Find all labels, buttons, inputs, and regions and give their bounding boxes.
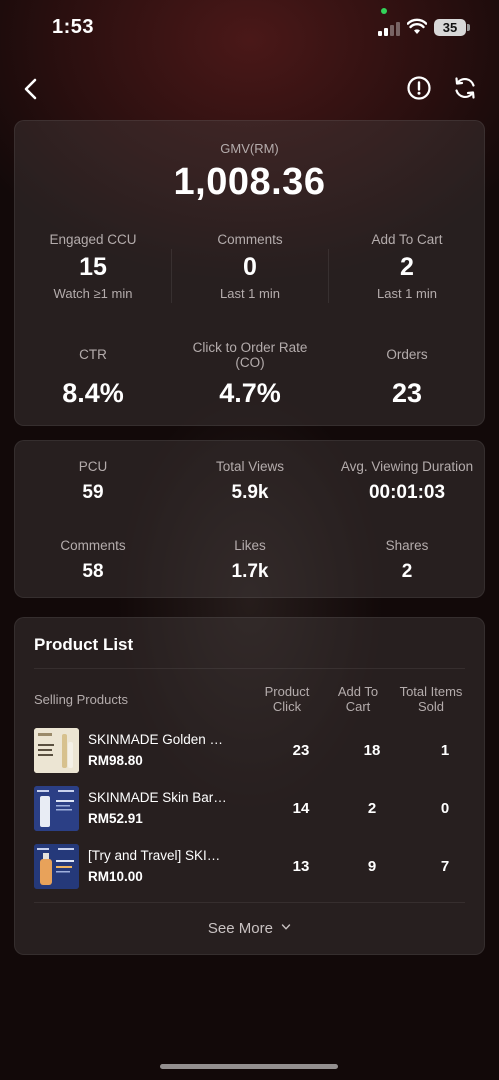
see-more-button[interactable]: See More	[15, 920, 484, 937]
product-row[interactable]: SKINMADE Golden Collagen Sculpting Mist …	[34, 728, 467, 774]
header-total-items-sold[interactable]: Total Items Sold	[391, 684, 471, 714]
battery-tip	[467, 24, 470, 31]
product-add-to-cart: 18	[363, 742, 381, 759]
stat-value: 2	[401, 561, 413, 582]
metric-value: 23	[391, 378, 423, 408]
stat-value: 1.7k	[231, 561, 269, 582]
header-product-click[interactable]: Product Click	[247, 684, 327, 714]
metric-sub: Last 1 min	[220, 286, 280, 301]
metric-label-suffix: (CO)	[235, 355, 265, 370]
header-line: Sold	[417, 699, 445, 714]
metric-sub: Watch ≥1 min	[53, 286, 133, 301]
product-items-sold: 0	[440, 800, 450, 817]
stat-pcu: PCU 59	[15, 459, 171, 504]
product-items-sold: 1	[440, 742, 450, 759]
stat-total-views: Total Views 5.9k	[172, 459, 328, 504]
gmv-label: GMV(RM)	[220, 141, 279, 156]
metric-label: CTR	[79, 347, 107, 362]
product-items-sold: 7	[440, 858, 450, 875]
metric-ctr[interactable]: CTR 8.4%	[15, 347, 171, 408]
divider	[34, 668, 465, 669]
stat-value: 58	[82, 561, 104, 582]
product-price: RM98.80	[88, 753, 143, 768]
header-selling-products: Selling Products	[34, 692, 128, 707]
see-more-label: See More	[207, 920, 273, 937]
metric-label: Add To Cart	[371, 232, 443, 247]
product-row[interactable]: [Try and Travel] SKINMADE Essence RM10.0…	[34, 844, 467, 890]
header-add-to-cart[interactable]: Add To Cart	[328, 684, 388, 714]
gmv-value: 1,008.36	[173, 161, 326, 203]
product-list-card: Product List Selling Products Product Cl…	[14, 617, 485, 955]
refresh-icon[interactable]	[452, 75, 478, 101]
product-thumbnail	[34, 844, 79, 889]
product-add-to-cart: 9	[367, 858, 377, 875]
stat-label: Avg. Viewing Duration	[340, 459, 474, 474]
camera-indicator-icon	[381, 8, 387, 14]
metric-orders[interactable]: Orders 23	[329, 347, 485, 408]
metric-value: 0	[243, 253, 257, 281]
stat-likes: Likes 1.7k	[172, 538, 328, 583]
metric-add-to-cart[interactable]: Add To Cart 2 Last 1 min	[329, 232, 485, 301]
product-thumbnail	[34, 728, 79, 773]
product-list-title: Product List	[34, 635, 134, 654]
product-name: SKINMADE Golden Collagen Sculpting Mist	[88, 732, 228, 747]
metric-value: 2	[400, 253, 414, 281]
stat-avg-viewing-duration: Avg. Viewing Duration 00:01:03	[329, 459, 485, 504]
chevron-down-icon	[281, 924, 291, 930]
product-thumbnail	[34, 786, 79, 831]
back-arrow-icon[interactable]	[18, 76, 44, 102]
metric-label: Orders	[386, 347, 428, 362]
battery-icon: 35	[434, 19, 466, 36]
stat-value: 59	[82, 482, 104, 503]
stat-label: Comments	[60, 538, 126, 553]
metric-engaged-ccu[interactable]: Engaged CCU 15 Watch ≥1 min	[15, 232, 171, 301]
header-line: Click	[272, 699, 302, 714]
stat-label: Shares	[385, 538, 429, 553]
wifi-icon	[407, 18, 427, 34]
header-line: Total Items	[399, 684, 463, 699]
metric-label: Comments	[217, 232, 283, 247]
metric-value: 4.7%	[219, 378, 281, 408]
signal-icon	[378, 20, 402, 36]
product-name: [Try and Travel] SKINMADE Essence	[88, 848, 228, 863]
metric-sub: Last 1 min	[377, 286, 437, 301]
product-price: RM52.91	[88, 811, 143, 826]
stat-value: 00:01:03	[368, 482, 446, 503]
status-bar: 1:53 35	[0, 0, 499, 56]
stat-label: Likes	[234, 538, 266, 553]
metric-click-to-order-rate[interactable]: Click to Order Rate (CO) 4.7%	[172, 340, 328, 408]
metric-value: 8.4%	[62, 378, 124, 408]
divider	[34, 902, 465, 903]
stat-shares: Shares 2	[329, 538, 485, 583]
status-time: 1:53	[52, 16, 95, 38]
metric-label: Engaged CCU	[49, 232, 137, 247]
stat-comments: Comments 58	[15, 538, 171, 583]
product-clicks: 13	[292, 858, 310, 875]
stat-label: PCU	[78, 459, 108, 474]
metric-value: 15	[79, 253, 107, 281]
header-line: Product	[264, 684, 310, 699]
header-line: Cart	[345, 699, 371, 714]
product-clicks: 23	[292, 742, 310, 759]
stat-label: Total Views	[215, 459, 285, 474]
product-price: RM10.00	[88, 869, 143, 884]
metric-comments[interactable]: Comments 0 Last 1 min	[172, 232, 328, 301]
live-metrics-card: GMV(RM) 1,008.36 Engaged CCU 15 Watch ≥1…	[14, 120, 485, 426]
home-indicator[interactable]	[160, 1064, 338, 1069]
metric-label: Click to Order Rate	[192, 340, 308, 355]
product-name: SKINMADE Skin Barrier Serum	[88, 790, 228, 805]
engagement-stats-card: PCU 59 Total Views 5.9k Avg. Viewing Dur…	[14, 440, 485, 598]
product-clicks: 14	[292, 800, 310, 817]
info-alert-icon[interactable]	[406, 75, 432, 101]
product-row[interactable]: SKINMADE Skin Barrier Serum RM52.91 14 2…	[34, 786, 467, 832]
stat-value: 5.9k	[231, 482, 269, 503]
header-line: Add To	[337, 684, 379, 699]
product-add-to-cart: 2	[367, 800, 377, 817]
